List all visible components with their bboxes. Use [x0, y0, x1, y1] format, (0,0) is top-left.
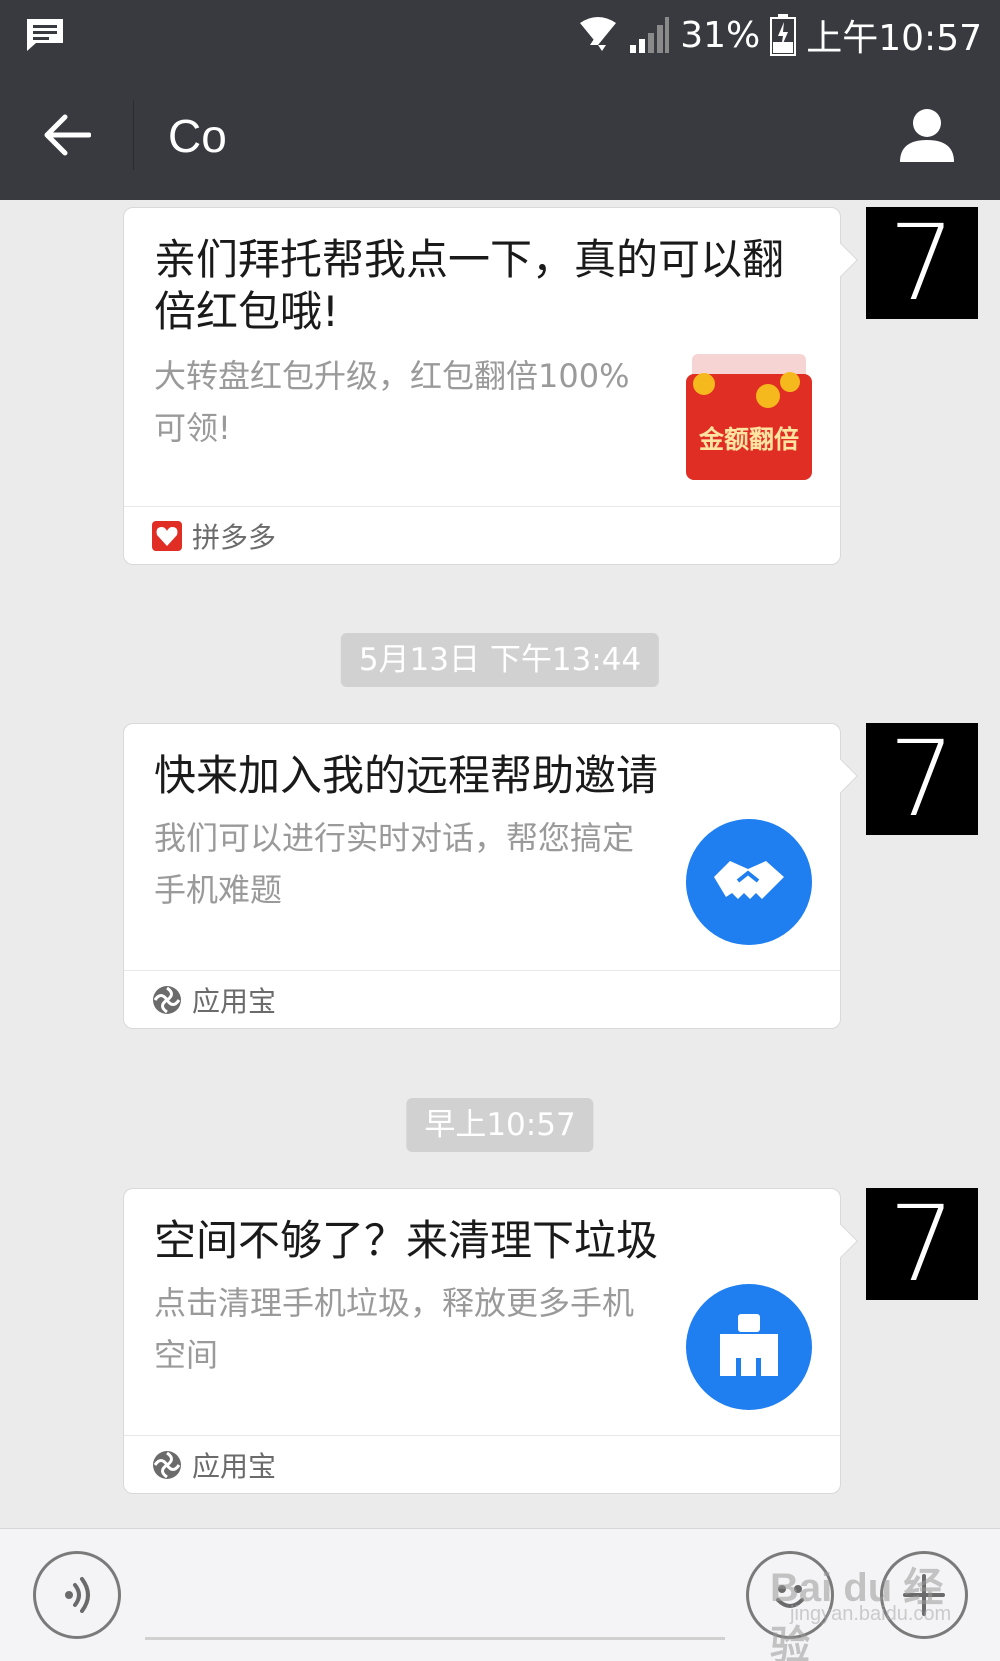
- voice-button[interactable]: [33, 1551, 121, 1639]
- signal-icon: [630, 17, 670, 53]
- voice-icon: [65, 1577, 90, 1613]
- person-icon: [900, 109, 954, 162]
- avatar-text: 7: [888, 1183, 956, 1305]
- chat-title: Co: [168, 110, 227, 162]
- share-card-pinduoduo[interactable]: 亲们拜托帮我点一下，真的可以翻倍红包哦! 大转盘红包升级，红包翻倍100%可领!…: [123, 207, 858, 565]
- handshake-thumbnail: [686, 819, 812, 945]
- message-icon: [27, 19, 63, 51]
- chat-info-button[interactable]: [894, 102, 960, 168]
- red-envelope-icon: [686, 354, 812, 480]
- bubble-tail: [824, 759, 858, 793]
- watermark-url: jingyan.baidu.com: [790, 1603, 952, 1625]
- bubble-tail: [824, 243, 858, 277]
- battery-percent: 31%: [680, 14, 761, 56]
- avatar-text: 7: [888, 718, 956, 840]
- card-title: 亲们拜托帮我点一下，真的可以翻倍红包哦!: [154, 235, 785, 336]
- back-button[interactable]: [36, 105, 98, 165]
- baidu-watermark: Bai du 经验 jingyan.baidu.com: [760, 1545, 960, 1661]
- avatar[interactable]: 7: [866, 723, 978, 835]
- message-timestamp: 早上10:57: [406, 1098, 594, 1152]
- avatar[interactable]: 7: [866, 1188, 978, 1300]
- broom-icon: [686, 1284, 812, 1410]
- battery-icon: [770, 14, 797, 56]
- yingyongbao-icon: [153, 1450, 181, 1479]
- card-footer: 拼多多: [124, 506, 840, 564]
- red-packet-thumbnail: 金额翻倍: [686, 354, 812, 480]
- status-time: 上午10:57: [806, 18, 982, 59]
- share-card-remote-help[interactable]: 快来加入我的远程帮助邀请 我们可以进行实时对话，帮您搞定手机难题 应用宝: [123, 723, 858, 1029]
- chat-header: Co: [0, 70, 1000, 200]
- source-app-name: 拼多多: [192, 520, 277, 554]
- thumbnail-label: 金额翻倍: [698, 425, 799, 454]
- status-bar: 31% 上午10:57: [0, 0, 1000, 70]
- wifi-icon: [580, 17, 617, 51]
- share-card-clean-junk[interactable]: 空间不够了？来清理下垃圾 点击清理手机垃圾，释放更多手机空间 应用宝: [123, 1188, 858, 1494]
- avatar[interactable]: 7: [866, 207, 978, 319]
- source-app-name: 应用宝: [192, 984, 277, 1018]
- avatar-text: 7: [888, 202, 956, 324]
- message-input[interactable]: [145, 1637, 725, 1640]
- card-title: 快来加入我的远程帮助邀请: [154, 751, 659, 800]
- status-icons: 31% 上午10:57: [578, 8, 982, 62]
- header-divider: [133, 100, 134, 170]
- card-footer: 应用宝: [124, 970, 840, 1028]
- cleaner-thumbnail: [686, 1284, 812, 1410]
- card-description: 大转盘红包升级，红包翻倍100%可领!: [154, 357, 630, 447]
- pinduoduo-icon: [152, 520, 182, 551]
- handshake-icon: [686, 819, 812, 945]
- yingyongbao-icon: [153, 985, 181, 1014]
- card-title: 空间不够了？来清理下垃圾: [154, 1216, 659, 1265]
- message-timestamp: 5月13日 下午13:44: [340, 633, 660, 687]
- arrow-left-icon: [44, 114, 91, 156]
- card-description: 我们可以进行实时对话，帮您搞定手机难题: [154, 819, 635, 909]
- source-app-name: 应用宝: [192, 1449, 277, 1483]
- card-footer: 应用宝: [124, 1435, 840, 1493]
- card-description: 点击清理手机垃圾，释放更多手机空间: [154, 1284, 635, 1374]
- bubble-tail: [824, 1224, 858, 1258]
